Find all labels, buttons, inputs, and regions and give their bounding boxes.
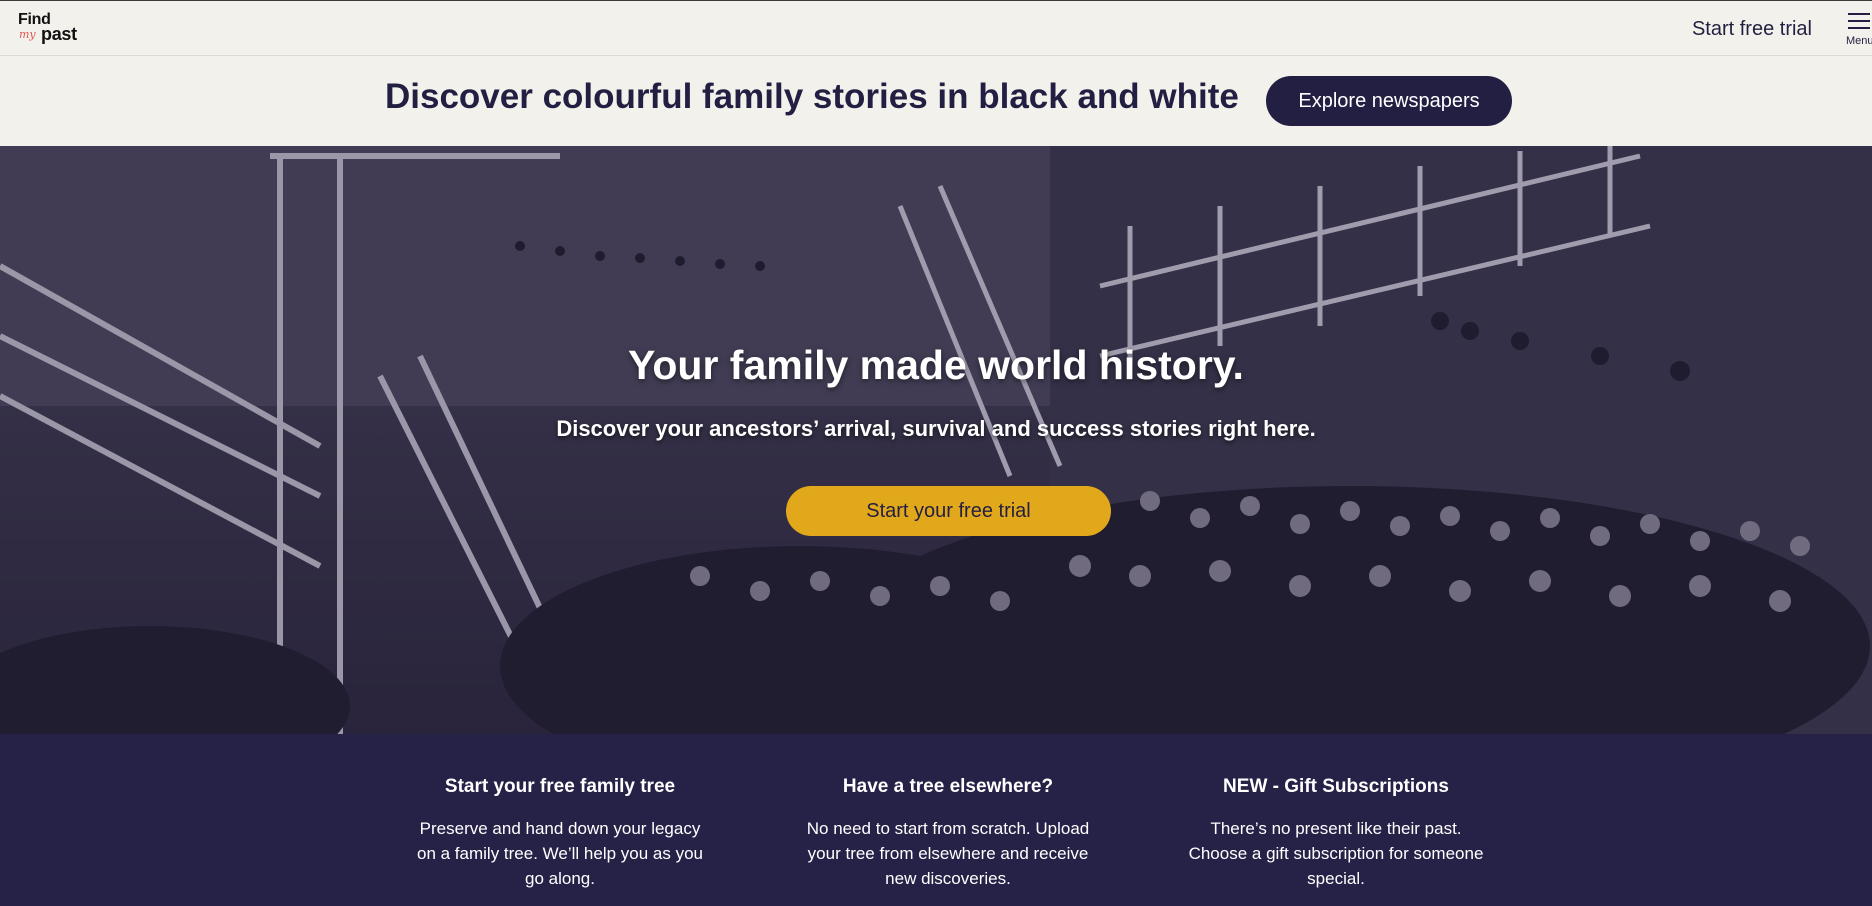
feature-title: Have a tree elsewhere? <box>842 776 1054 797</box>
menu-button[interactable]: Menu <box>1846 11 1872 51</box>
feature-body: No need to start from scratch. Upload yo… <box>806 819 1090 888</box>
header-start-trial-link[interactable]: Start free trial <box>1692 18 1812 41</box>
logo-my-text: my <box>19 28 36 41</box>
feature-title: NEW - Gift Subscriptions <box>1223 776 1449 797</box>
menu-label: Menu <box>1846 35 1872 47</box>
feature-title: Start your free family tree <box>444 776 676 797</box>
feature-body: Preserve and hand down your legacy on a … <box>417 819 703 888</box>
feature-free-family-tree[interactable]: Start your free family tree Preserve and… <box>410 776 710 891</box>
site-header: Find my past Start free trial Menu <box>0 0 1872 56</box>
logo-past-text: past <box>41 24 77 44</box>
start-free-trial-button[interactable]: Start your free trial <box>786 486 1111 536</box>
hero-title: Your family made world history. <box>628 342 1244 388</box>
hero-section: Your family made world history. Discover… <box>0 146 1872 734</box>
findmypast-logo[interactable]: Find my past <box>18 11 88 45</box>
hero-subtitle: Discover your ancestors’ arrival, surviv… <box>556 416 1316 441</box>
explore-newspapers-button[interactable]: Explore newspapers <box>1266 76 1512 126</box>
promo-headline: Discover colourful family stories in bla… <box>385 77 1239 116</box>
feature-body: There’s no present like their past. Choo… <box>1188 819 1484 888</box>
feature-tree-elsewhere[interactable]: Have a tree elsewhere? No need to start … <box>798 776 1098 891</box>
feature-gift-subscriptions[interactable]: NEW - Gift Subscriptions There’s no pres… <box>1186 776 1486 891</box>
features-strip: Start your free family tree Preserve and… <box>0 734 1872 906</box>
promo-banner: Discover colourful family stories in bla… <box>0 56 1872 146</box>
